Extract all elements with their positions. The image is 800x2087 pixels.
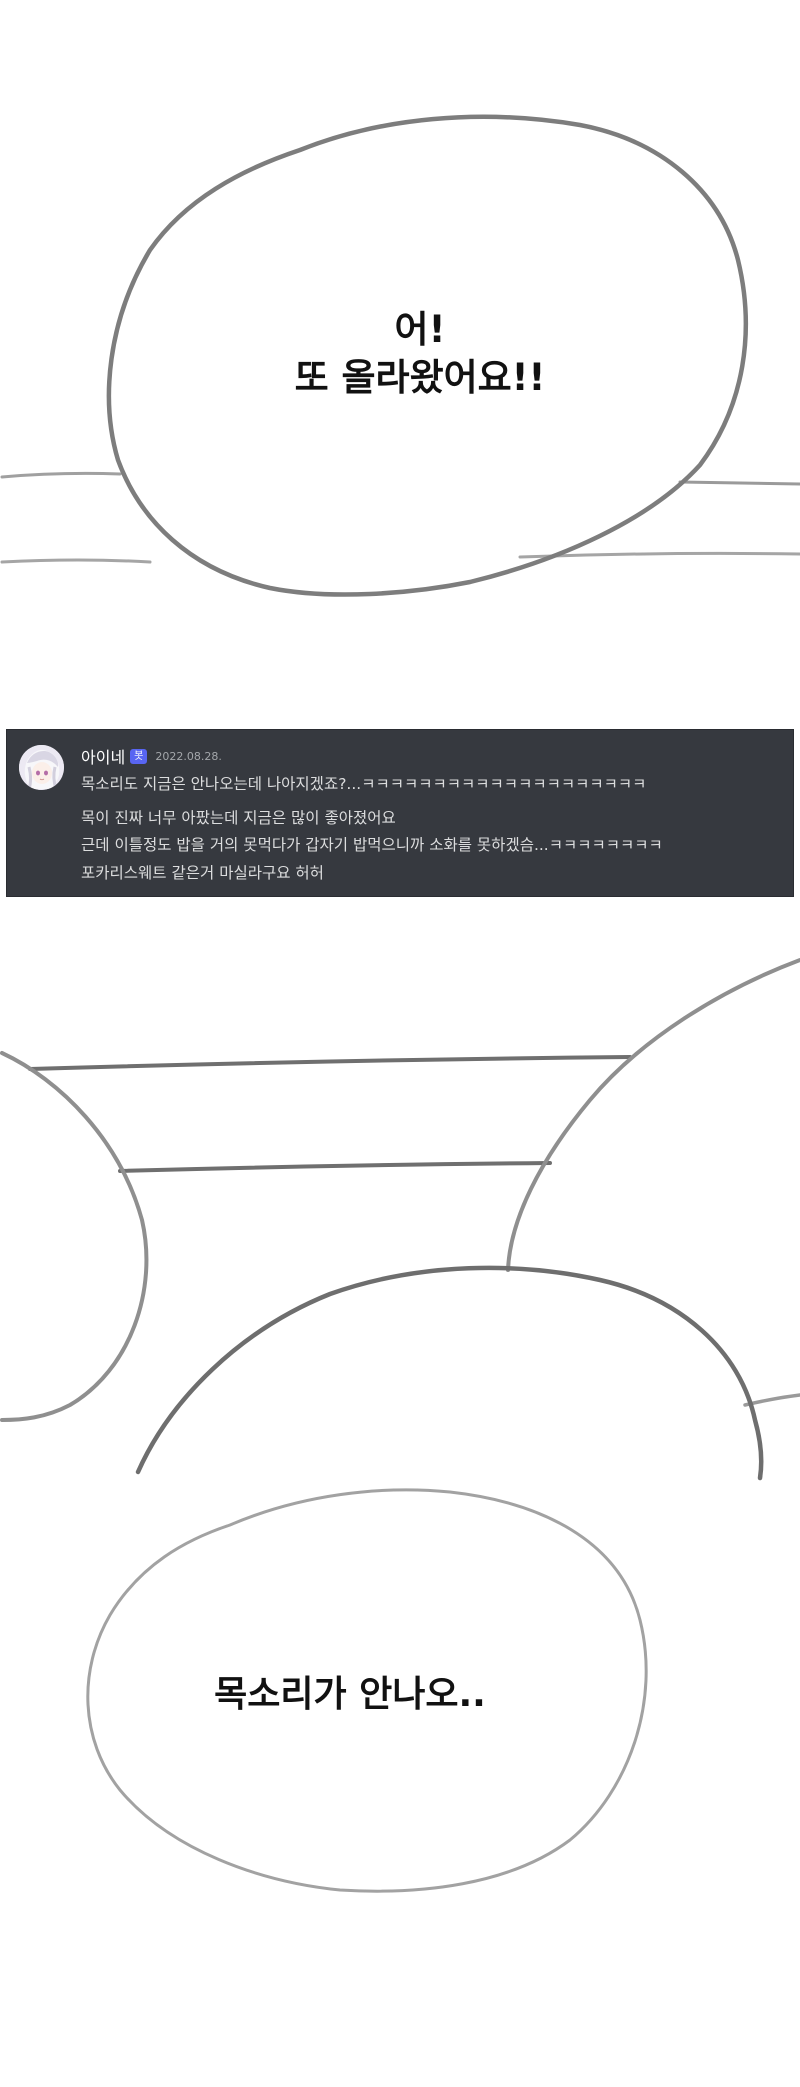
- speech-bubble-text-1: 어! 또 올라왔어요!!: [270, 306, 570, 402]
- avatar: [19, 745, 64, 790]
- chat-header: 아이네 봇 2022.08.28.: [81, 744, 222, 767]
- chat-message-line: 목이 진짜 너무 아팠는데 지금은 많이 좋아졌어요: [81, 809, 396, 827]
- speech-bubble-text-2: 목소리가 안나오..: [160, 1672, 540, 1718]
- speech-line: 어!: [394, 308, 446, 351]
- panel2-line-1: [28, 1055, 632, 1071]
- panel1-line-top: [0, 471, 122, 479]
- chat-message-line: 목소리도 지금은 안나오는데 나아지겠죠?...ㅋㅋㅋㅋㅋㅋㅋㅋㅋㅋㅋㅋㅋㅋㅋㅋ…: [81, 775, 647, 793]
- panel2-dome: [135, 1265, 764, 1481]
- panel2-left-shape: [0, 1051, 149, 1422]
- chat-message-card: 아이네 봇 2022.08.28. 목소리도 지금은 안나오는데 나아지겠죠?...…: [6, 729, 794, 897]
- panel1-line-top-right: [678, 480, 800, 486]
- chat-timestamp: 2022.08.28.: [155, 749, 222, 763]
- chat-message-line: 근데 이틀정도 밥을 거의 못먹다가 갑자기 밥먹으니까 소화를 못하겠슴...…: [81, 836, 663, 854]
- bot-badge: 봇: [130, 748, 148, 764]
- avatar-portrait-icon: [19, 745, 64, 790]
- panel2-line-2: [118, 1161, 552, 1173]
- panel2-right-shape: [506, 958, 800, 1272]
- speech-line: 목소리가 안나오..: [214, 1674, 486, 1715]
- chat-message-line: 포카리스웨트 같은거 마실라구요 허허: [81, 864, 324, 882]
- panel2-right-tail: [743, 1393, 800, 1407]
- speech-line: 또 올라왔어요!!: [294, 356, 546, 399]
- panel1-line-bottom: [0, 558, 152, 564]
- chat-username[interactable]: 아이네: [81, 748, 125, 767]
